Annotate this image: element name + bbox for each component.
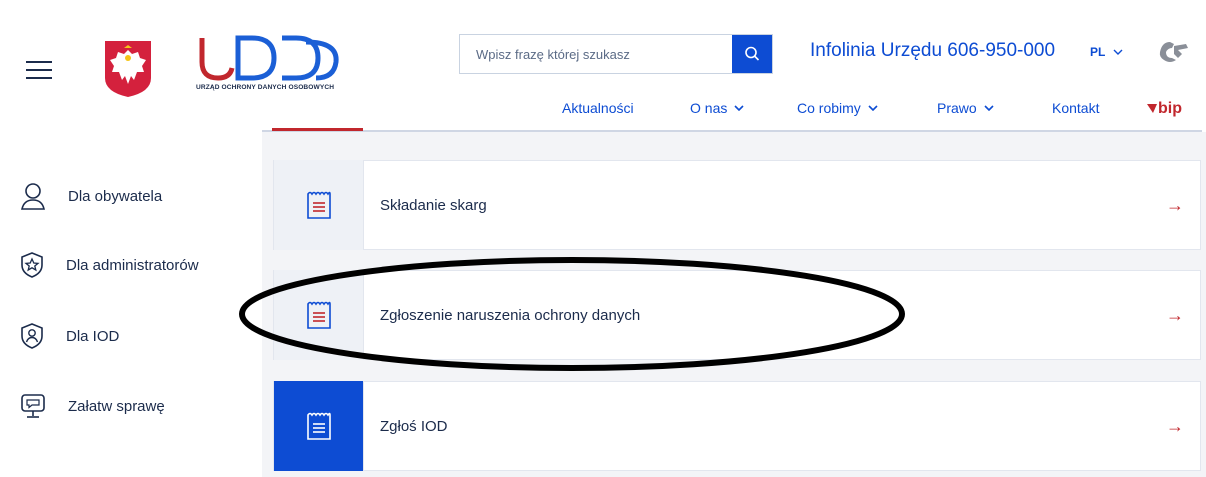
nav-o-nas[interactable]: O nas	[690, 100, 744, 116]
search-button[interactable]	[732, 35, 772, 73]
bip-label: bip	[1158, 100, 1182, 117]
card-zgloszenie-naruszenia[interactable]: Zgłoszenie naruszenia ochrony danych →	[273, 270, 1201, 360]
sidebar-item-dla-obywatela[interactable]: Dla obywatela	[20, 182, 162, 210]
nav-label: Aktualności	[562, 100, 634, 116]
chevron-down-icon	[868, 105, 878, 111]
card-skladanie-skarg[interactable]: Składanie skarg →	[273, 160, 1201, 250]
document-icon	[306, 412, 331, 440]
nav-co-robimy[interactable]: Co robimy	[797, 100, 878, 116]
hamburger-menu-icon[interactable]	[26, 60, 52, 80]
sidebar-item-label: Dla administratorów	[66, 256, 199, 274]
search-box	[459, 34, 773, 74]
sidebar-item-zalatw-sprawe[interactable]: Załatw sprawę	[20, 393, 165, 419]
sidebar-item-dla-administratorow[interactable]: Dla administratorów	[20, 252, 199, 278]
nav-prawo[interactable]: Prawo	[937, 100, 994, 116]
sidebar-item-label: Załatw sprawę	[68, 397, 165, 415]
monitor-chat-icon	[21, 394, 45, 418]
document-icon	[306, 191, 331, 219]
shield-star-icon	[21, 252, 43, 278]
search-input[interactable]	[460, 35, 732, 73]
polish-emblem-icon[interactable]	[104, 40, 152, 98]
nav-label: Kontakt	[1052, 100, 1100, 116]
language-selector[interactable]: PL	[1090, 45, 1123, 59]
hotline-number[interactable]: Infolinia Urzędu 606-950-000	[810, 40, 1055, 62]
chevron-down-icon	[1113, 49, 1123, 55]
nav-aktualnosci[interactable]: Aktualności	[562, 100, 634, 116]
card-icon-box	[274, 270, 364, 360]
bip-flag-icon	[1147, 104, 1157, 114]
site-header: URZĄD OCHRONY DANYCH OSOBOWYCH Infolinia…	[0, 0, 1206, 130]
card-zglos-iod[interactable]: Zgłoś IOD →	[273, 381, 1201, 471]
nav-kontakt[interactable]: Kontakt	[1052, 100, 1099, 116]
user-icon	[21, 183, 45, 210]
card-label: Składanie skarg	[380, 196, 487, 214]
card-label: Zgłoszenie naruszenia ochrony danych	[380, 306, 641, 324]
nav-active-indicator	[272, 128, 363, 131]
search-icon	[745, 46, 760, 61]
shield-user-icon	[21, 323, 43, 349]
document-icon	[306, 301, 331, 329]
card-label: Zgłoś IOD	[380, 417, 448, 435]
nav-label: O nas	[690, 100, 728, 116]
logo-subtitle: URZĄD OCHRONY DANYCH OSOBOWYCH	[196, 84, 335, 91]
language-label: PL	[1090, 45, 1106, 59]
chevron-down-icon	[984, 105, 994, 111]
sign-language-icon[interactable]	[1156, 36, 1190, 66]
card-icon-box	[274, 381, 364, 471]
card-icon-box	[274, 160, 364, 250]
arrow-right-icon: →	[1166, 304, 1184, 325]
sidebar: Dla obywatela Dla administratorów Dla IO…	[0, 130, 262, 477]
arrow-right-icon: →	[1166, 415, 1184, 436]
nav-label: Prawo	[937, 100, 977, 116]
nav-label: Co robimy	[797, 100, 861, 116]
bip-link[interactable]: bip	[1147, 100, 1182, 118]
sidebar-item-label: Dla obywatela	[68, 187, 163, 205]
sidebar-item-dla-iod[interactable]: Dla IOD	[20, 323, 119, 349]
arrow-right-icon: →	[1166, 194, 1184, 215]
sidebar-item-label: Dla IOD	[66, 327, 120, 345]
chevron-down-icon	[734, 105, 744, 111]
